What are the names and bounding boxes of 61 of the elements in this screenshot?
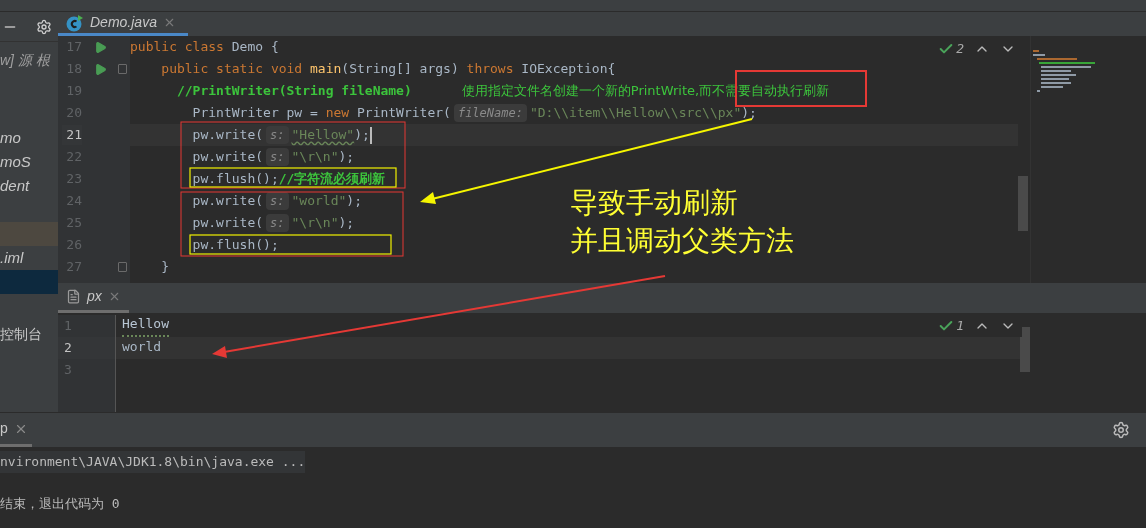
parameter-hint: s: (266, 148, 289, 166)
code-token: PrintWriter( (357, 104, 451, 123)
project-path: w] 源 根 (0, 51, 52, 70)
code-token: public class (130, 38, 225, 57)
code-token: pw.write( (191, 214, 264, 233)
console-line: 结束，退出代码为 0 (0, 495, 120, 513)
inspection-count: 2 (956, 40, 964, 59)
settings-icon[interactable] (1112, 421, 1130, 439)
tab-label: px (87, 287, 102, 306)
tab-label: Demo.java (90, 13, 157, 32)
code-token: Demo { (231, 38, 279, 57)
code-token: main (310, 60, 342, 79)
file-icon (66, 289, 81, 304)
scrollbar-thumb[interactable] (1020, 327, 1030, 372)
code-token: ); (338, 148, 355, 167)
inspection-badge[interactable]: 1 (938, 316, 964, 336)
code-token: throws (466, 60, 515, 79)
run-tab[interactable]: p (0, 413, 32, 447)
tree-item[interactable]: moS (0, 150, 58, 174)
text-caret (369, 126, 372, 144)
console-label: 控制台 (0, 325, 43, 344)
code-token: pw.write( (191, 126, 264, 145)
code-token: PrintWriter pw = (191, 104, 319, 123)
code-token: ); (741, 104, 757, 123)
annotation-text: 导致手动刷新 (570, 186, 739, 220)
annotation-text: 并且调动父类方法 (570, 224, 794, 258)
parameter-hint: s: (266, 214, 289, 232)
inspection-count: 1 (956, 317, 964, 336)
code-token: //字符流必须刷新 (278, 170, 386, 189)
run-icon[interactable] (93, 40, 107, 54)
scrollbar-thumb[interactable] (1018, 176, 1028, 231)
code-token: "Hellow" (291, 126, 355, 145)
code-token: new (325, 104, 351, 123)
file-text-line: world (122, 338, 162, 356)
code-token: pw.write( (191, 192, 264, 211)
code-token: IOException{ (521, 60, 616, 79)
code-token: ); (338, 214, 355, 233)
code-token: "\r\n" (291, 148, 339, 167)
code-token: pw.write( (191, 148, 264, 167)
tree-item[interactable]: .iml (0, 246, 58, 270)
code-token: ); (346, 192, 362, 211)
inspection-badge[interactable]: 2 (938, 39, 964, 59)
settings-icon[interactable] (36, 18, 52, 35)
code-token: } (160, 258, 170, 277)
parameter-hint: s: (266, 126, 289, 144)
tree-item[interactable]: dent (0, 174, 58, 198)
tree-item[interactable]: mo (0, 126, 58, 150)
code-token: //PrintWriter(String fileName) (175, 82, 412, 101)
parameter-hint: fileName: (453, 104, 527, 122)
code-token: public static void (160, 60, 304, 79)
code-token: (String[] args) (341, 60, 460, 79)
class-file-icon (66, 13, 84, 32)
fold-icon[interactable] (118, 262, 127, 272)
code-token: pw.flush(); (191, 236, 279, 255)
code-token: pw.flush(); (191, 170, 279, 189)
fold-icon[interactable] (118, 64, 127, 74)
code-token: "\r\n" (291, 214, 339, 233)
code-token: ); (354, 126, 370, 145)
code-token: "world" (291, 192, 347, 211)
run-icon[interactable] (93, 62, 107, 76)
code-token: "D:\\item\\Hellow\\src\\px" (529, 104, 742, 123)
